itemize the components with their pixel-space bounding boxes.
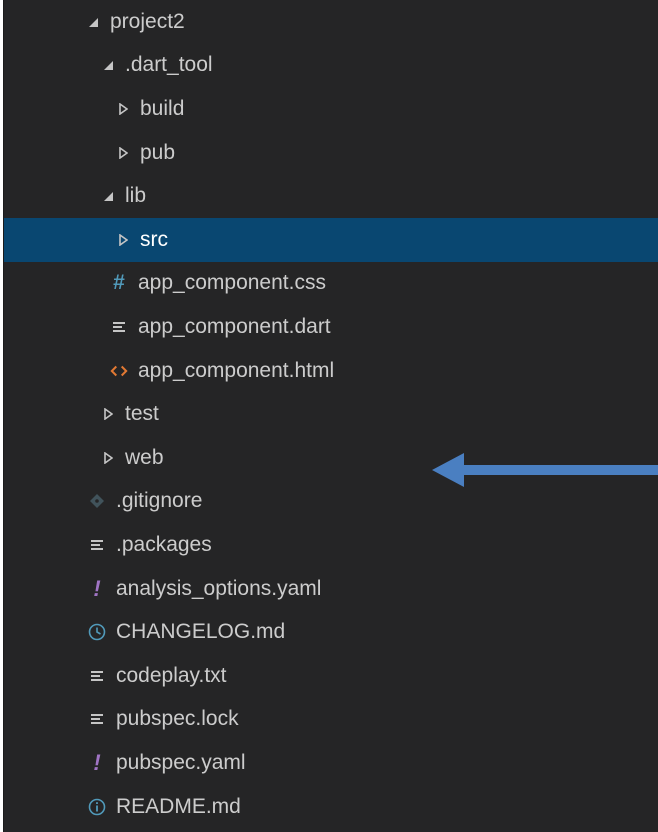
- tree-item-label: .dart_tool: [125, 53, 213, 77]
- tree-item-label: app_component.css: [138, 271, 326, 295]
- lines-icon: [88, 665, 106, 687]
- tree-item-label: pubspec.lock: [116, 707, 239, 731]
- tree-item-label: CHANGELOG.md: [116, 620, 286, 644]
- tree-item-label: pubspec.yaml: [116, 750, 246, 774]
- tree-file-analysis-options-yaml[interactable]: ! analysis_options.yaml: [4, 567, 658, 611]
- tree-file-readme-md[interactable]: README.md: [4, 785, 658, 829]
- chevron-down-icon[interactable]: [101, 186, 115, 206]
- tree-file-app-component-html[interactable]: app_component.html: [4, 349, 658, 393]
- tree-folder-src[interactable]: src: [4, 218, 658, 262]
- tree-item-label: test: [125, 402, 159, 426]
- lines-icon: [88, 708, 106, 730]
- tree-file-changelog-md[interactable]: CHANGELOG.md: [4, 610, 658, 654]
- tree-folder-test[interactable]: test: [4, 392, 658, 436]
- file-tree: project2 .dart_toolbuild pub lib src # app_com…: [3, 0, 658, 832]
- git-diamond-icon: [88, 490, 106, 512]
- tree-item-label: codeplay.txt: [116, 663, 227, 687]
- tree-folder-lib[interactable]: lib: [4, 174, 658, 218]
- exclamation-icon: !: [93, 575, 101, 601]
- tree-item-label: pub: [140, 140, 176, 164]
- chevron-right-icon[interactable]: [116, 230, 130, 250]
- lines-icon: [110, 316, 128, 338]
- tree-item-label: README.md: [116, 794, 241, 818]
- tree-file--packages[interactable]: .packages: [4, 523, 658, 567]
- exclamation-icon: !: [93, 749, 101, 775]
- clock-icon: [88, 621, 106, 643]
- chevron-right-icon[interactable]: [116, 99, 130, 119]
- chevron-down-icon[interactable]: [101, 55, 115, 75]
- tree-item-label: build: [140, 96, 185, 120]
- info-icon: [88, 796, 106, 818]
- chevron-right-icon[interactable]: [101, 448, 115, 468]
- tree-item-label: app_component.html: [138, 358, 335, 382]
- annotation-arrow: [432, 453, 658, 487]
- tree-file-app-component-dart[interactable]: app_component.dart: [4, 305, 658, 349]
- tree-item-label: .gitignore: [116, 489, 203, 513]
- tree-item-label: analysis_options.yaml: [116, 576, 322, 600]
- tree-file-app-component-css[interactable]: # app_component.css: [4, 262, 658, 306]
- tree-file-pubspec-lock[interactable]: pubspec.lock: [4, 698, 658, 742]
- code-brackets-icon: [110, 360, 128, 382]
- tree-item-label: project2: [110, 9, 185, 33]
- tree-folder-build[interactable]: build: [4, 87, 658, 131]
- lines-icon: [88, 534, 106, 556]
- explorer-panel: project2 .dart_toolbuild pub lib src # app_com…: [0, 0, 658, 832]
- tree-file-codeplay-txt[interactable]: codeplay.txt: [4, 654, 658, 698]
- chevron-down-icon[interactable]: [86, 12, 100, 32]
- tree-item-label: web: [125, 445, 164, 469]
- tree-item-label: app_component.dart: [138, 314, 331, 338]
- tree-item-label: .packages: [116, 532, 212, 556]
- tree-folder-pub[interactable]: pub: [4, 131, 658, 175]
- tree-folder-project2[interactable]: project2: [4, 0, 658, 44]
- chevron-right-icon[interactable]: [101, 404, 115, 424]
- chevron-right-icon[interactable]: [116, 143, 130, 163]
- hash-icon: #: [113, 271, 125, 295]
- tree-item-label: src: [140, 227, 168, 251]
- tree-file-pubspec-yaml[interactable]: ! pubspec.yaml: [4, 741, 658, 785]
- tree-folder--dart-tool[interactable]: .dart_tool: [4, 44, 658, 88]
- tree-item-label: lib: [125, 184, 147, 208]
